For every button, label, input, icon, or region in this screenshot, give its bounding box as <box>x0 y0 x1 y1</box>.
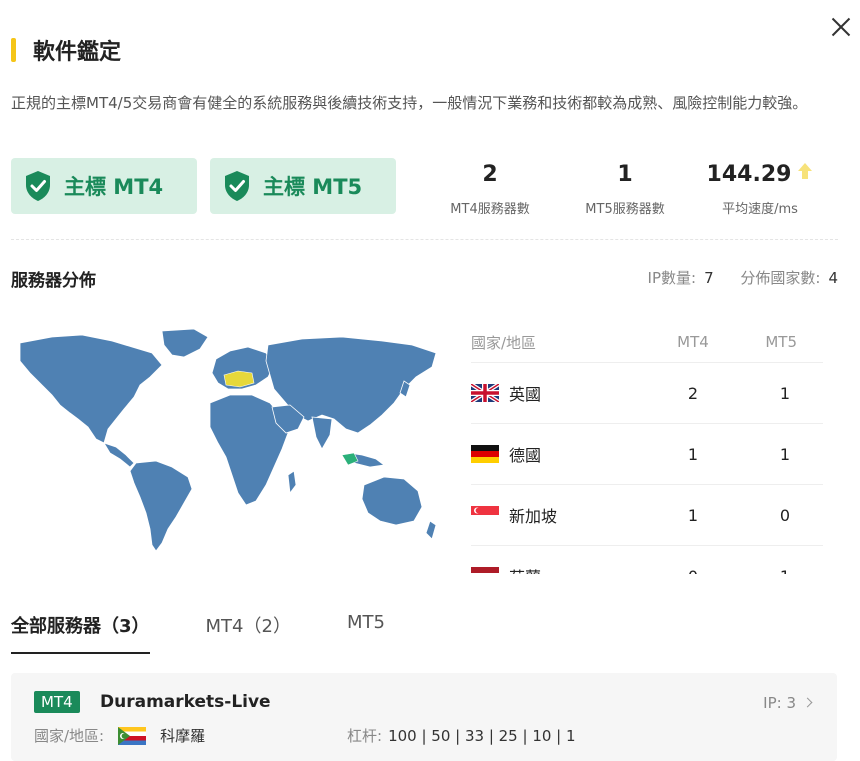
location-label: 國家/地區: <box>34 727 105 745</box>
map-north-america <box>19 334 163 444</box>
stat-value: 144.29 <box>706 162 792 187</box>
comoros-flag-icon <box>118 726 147 745</box>
description-text: 正規的主標MT4/5交易商會有健全的系統服務與後續技術支持，一般情況下業務和技術… <box>11 94 808 112</box>
map-australia <box>361 476 423 526</box>
server-ip-link[interactable]: IP: 3 <box>763 694 813 712</box>
col-country: 國家/地區 <box>471 333 537 352</box>
shield-check-icon <box>225 171 249 201</box>
mt4-count: 0 <box>666 567 720 575</box>
chevron-right-icon <box>802 697 813 708</box>
server-card[interactable]: MT4 Duramarkets-Live IP: 3 國家/地區: 科摩羅 杠杆… <box>11 673 837 761</box>
col-mt5: MT5 <box>765 333 797 351</box>
distribution-summary: IP數量: 7 分佈國家數: 4 <box>648 267 838 288</box>
country-name: 荷蘭 <box>509 564 541 574</box>
mt5-count: 1 <box>720 567 823 575</box>
ip-count-label: IP數量: <box>647 269 697 287</box>
stat-mt5-servers: 1 MT5服務器數 <box>565 162 685 217</box>
tab-mt4[interactable]: MT4（2） <box>206 612 291 654</box>
table-row: 英國 2 1 <box>471 363 823 424</box>
country-table: 國家/地區 MT4 MT5 英國 2 1 德國 1 1 新加坡 1 0 <box>471 322 823 574</box>
section-title: 服務器分佈 <box>11 271 96 291</box>
tab-mt5[interactable]: MT5 <box>347 612 385 654</box>
server-tabs: 全部服務器（3） MT4（2） MT5 <box>11 612 441 654</box>
country-name: 新加坡 <box>509 507 558 526</box>
badge-mt4: 主標 MT4 <box>11 158 197 214</box>
shield-check-icon <box>26 171 50 201</box>
badge-mt5: 主標 MT5 <box>210 158 396 214</box>
country-name: 英國 <box>509 385 542 404</box>
stat-value: 2 <box>482 162 498 187</box>
leverage-label: 杠杆: <box>347 727 383 745</box>
mt4-count: 1 <box>687 444 699 464</box>
map-madagascar <box>287 470 297 495</box>
server-location: 國家/地區: 科摩羅 <box>34 725 205 746</box>
netherlands-flag-icon <box>471 567 499 574</box>
mt4-count: 1 <box>687 505 699 525</box>
country-cell: 英國 <box>471 381 666 405</box>
map-greenland <box>161 328 209 358</box>
badge-label: 主標 MT5 <box>263 175 363 199</box>
title-accent-bar <box>11 38 16 62</box>
country-count-label: 分佈國家數: <box>740 269 821 287</box>
mt5-count: 1 <box>779 383 790 403</box>
stat-value: 1 <box>617 162 633 187</box>
country-cell: 荷蘭 <box>471 564 666 574</box>
stat-mt4-servers: 2 MT4服務器數 <box>430 162 550 217</box>
country-cell: 新加坡 <box>471 503 666 527</box>
map-south-america <box>129 460 193 552</box>
leverage-value: 100 | 50 | 33 | 25 | 10 | 1 <box>388 727 576 745</box>
ip-label: IP: <box>763 694 782 712</box>
stat-label: MT4服務器數 <box>450 202 530 217</box>
tab-all-servers[interactable]: 全部服務器（3） <box>11 612 150 654</box>
table-row: 新加坡 1 0 <box>471 485 823 546</box>
mt4-count: 2 <box>687 383 699 403</box>
page-title: 軟件鑑定 <box>33 40 122 65</box>
uk-flag-icon <box>471 384 499 402</box>
map-india <box>311 416 333 450</box>
stat-label: MT5服務器數 <box>585 202 665 217</box>
server-leverage: 杠杆: 100 | 50 | 33 | 25 | 10 | 1 <box>347 725 576 746</box>
close-icon[interactable] <box>828 14 854 40</box>
arrow-up-icon <box>798 163 813 179</box>
world-map <box>19 328 437 552</box>
singapore-flag-icon <box>471 506 499 524</box>
table-header: 國家/地區 MT4 MT5 <box>471 322 823 363</box>
ip-value: 3 <box>786 694 796 712</box>
ip-count-value: 7 <box>704 269 714 287</box>
badge-label: 主標 MT4 <box>64 175 164 199</box>
map-new-zealand <box>425 520 437 540</box>
server-country: 科摩羅 <box>160 727 206 745</box>
germany-flag-icon <box>471 445 499 463</box>
server-name: Duramarkets-Live <box>100 692 271 712</box>
stat-label: 平均速度/ms <box>722 202 798 217</box>
country-name: 德國 <box>509 446 542 465</box>
mt5-count: 0 <box>779 505 790 525</box>
divider <box>11 239 838 240</box>
table-row: 德國 1 1 <box>471 424 823 485</box>
mt5-count: 1 <box>779 444 790 464</box>
stat-avg-speed: 144.29 平均速度/ms <box>700 162 820 217</box>
col-mt4: MT4 <box>677 333 709 351</box>
country-count-value: 4 <box>828 269 838 287</box>
table-row: 荷蘭 0 1 <box>471 546 823 574</box>
stat-value-row: 144.29 <box>700 162 820 188</box>
country-cell: 德國 <box>471 442 666 466</box>
map-central-america <box>103 442 135 468</box>
platform-tag: MT4 <box>34 691 80 713</box>
